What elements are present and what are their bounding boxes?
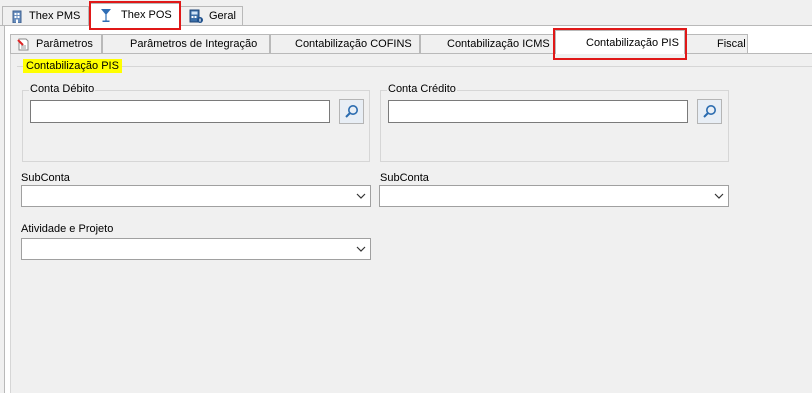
tab-contabilizacao-cofins[interactable]: Contabilização COFINS: [270, 34, 420, 53]
subconta-credito-label: SubConta: [380, 172, 429, 184]
tab-label: Fiscal: [717, 38, 746, 50]
highlight-box-contabilizacao-pis: [553, 28, 687, 60]
chevron-down-icon: [356, 191, 366, 201]
search-icon: [702, 104, 717, 119]
tab-label: Thex PMS: [29, 10, 81, 22]
subconta-debito-label: SubConta: [21, 172, 70, 184]
conta-debito-search-button[interactable]: [339, 99, 364, 124]
tab-contabilizacao-icms[interactable]: Contabilização ICMS: [420, 34, 555, 53]
tab-label: Geral: [209, 10, 236, 22]
chevron-down-icon: [356, 244, 366, 254]
group-border: [17, 66, 812, 67]
document-icon: [17, 38, 30, 51]
tab-label: Contabilização COFINS: [295, 38, 412, 50]
chevron-down-icon: [714, 191, 724, 201]
tab-label: Parâmetros de Integração: [130, 38, 258, 50]
building-icon: [11, 10, 23, 23]
calculator-icon: [189, 9, 203, 23]
conta-debito-input[interactable]: [30, 100, 330, 123]
conta-debito-label: Conta Débito: [29, 83, 96, 95]
conta-credito-search-button[interactable]: [697, 99, 722, 124]
group-title: Contabilização PIS: [23, 59, 122, 73]
tab-label: Parâmetros: [36, 38, 93, 50]
conta-credito-label: Conta Crédito: [387, 83, 457, 95]
atividade-projeto-select[interactable]: [21, 238, 371, 260]
tab-thex-pms[interactable]: Thex PMS: [2, 6, 89, 25]
conta-credito-input[interactable]: [388, 100, 688, 123]
highlight-box-thex-pos: [89, 1, 181, 30]
tab-fiscal[interactable]: Fiscal: [685, 34, 748, 53]
tab-geral[interactable]: Geral: [180, 6, 243, 25]
search-icon: [344, 104, 359, 119]
subconta-debito-select[interactable]: [21, 185, 371, 207]
tab-label: Contabilização ICMS: [447, 38, 550, 50]
tab-parametros-integracao[interactable]: Parâmetros de Integração: [102, 34, 270, 53]
tab-parametros[interactable]: Parâmetros: [10, 34, 102, 53]
subconta-credito-select[interactable]: [379, 185, 729, 207]
atividade-projeto-label: Atividade e Projeto: [21, 223, 114, 235]
